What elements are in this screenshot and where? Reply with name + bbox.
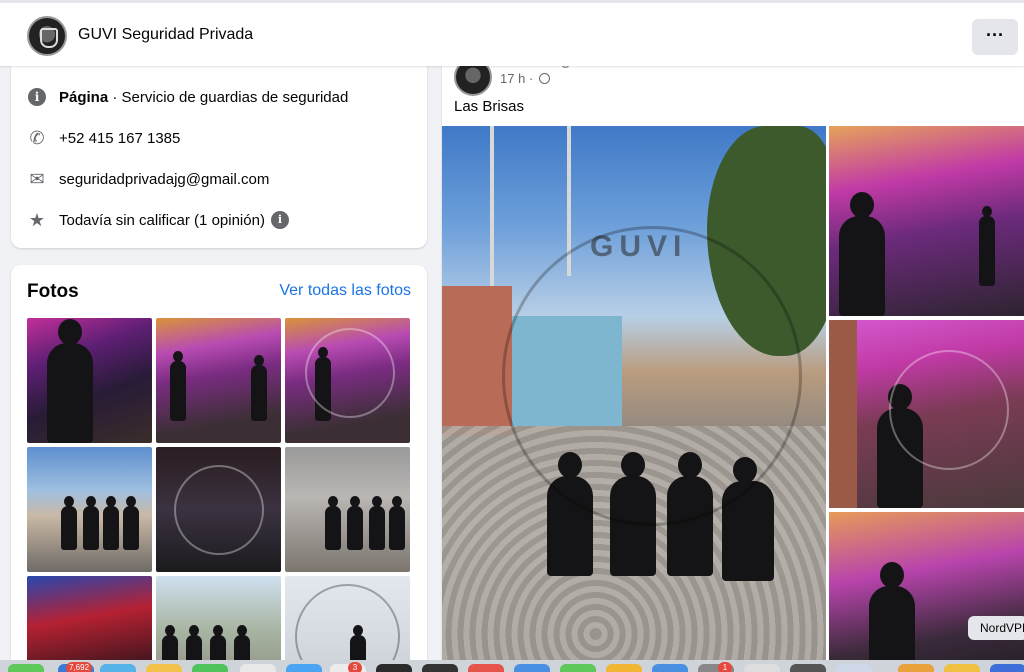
- calendar-app-icon[interactable]: [240, 664, 276, 672]
- see-all-photos-link[interactable]: Ver todas las fotos: [279, 282, 411, 300]
- reminders-app-icon[interactable]: 3: [330, 662, 366, 672]
- info-icon: i: [27, 87, 47, 107]
- keynote-app-icon[interactable]: [652, 664, 688, 672]
- post-side-photo[interactable]: [829, 320, 1024, 508]
- photos-card: Fotos Ver todas las fotos: [11, 265, 427, 672]
- photos-grid: [27, 318, 411, 672]
- macos-dock: 7,692 3 1: [0, 660, 1024, 672]
- numbers-app-icon[interactable]: [560, 664, 596, 672]
- phone-row: ✆ +52 415 167 1385: [27, 128, 180, 148]
- email-address[interactable]: seguridadprivadajg@gmail.com: [59, 171, 269, 188]
- activity-app-icon[interactable]: [790, 664, 826, 672]
- preview-app-icon[interactable]: [744, 664, 780, 672]
- page-header: GUVI Seguridad Privada ···: [0, 0, 1024, 66]
- finder-window-icon[interactable]: [836, 664, 872, 672]
- intro-card: i Página · Servicio de guardias de segur…: [11, 40, 427, 248]
- category-value: · Servicio de guardias de seguridad: [108, 88, 349, 106]
- settings-badge: 1: [718, 662, 732, 672]
- photo-thumbnail[interactable]: [156, 576, 281, 672]
- photos-title: Fotos: [27, 281, 79, 302]
- post-timestamp[interactable]: 17 h ·: [500, 71, 550, 86]
- photo-thumbnail[interactable]: [27, 576, 152, 672]
- facetime-app-icon[interactable]: [192, 664, 228, 672]
- reminders-badge: 3: [348, 662, 362, 672]
- mail-app-icon[interactable]: 7,692: [58, 662, 94, 672]
- post-text: Las Brisas: [454, 98, 525, 115]
- category-label: Página: [59, 88, 109, 106]
- photos-app-icon[interactable]: [146, 664, 182, 672]
- page-avatar[interactable]: [27, 16, 67, 56]
- globe-icon: [538, 73, 550, 84]
- nordvpn-app-icon[interactable]: [990, 664, 1024, 672]
- star-icon: ★: [28, 209, 46, 230]
- category-row: i Página · Servicio de guardias de segur…: [27, 87, 348, 107]
- mail-badge: 7,692: [66, 662, 93, 672]
- more-options-button[interactable]: ···: [972, 19, 1018, 55]
- post-side-photo[interactable]: [829, 126, 1024, 316]
- watermark-seal: [502, 226, 802, 526]
- tv-app-icon[interactable]: [376, 664, 412, 672]
- maps-app-icon[interactable]: [100, 664, 136, 672]
- photo-thumbnail[interactable]: [285, 318, 410, 443]
- post-time-text[interactable]: 17 h ·: [500, 71, 533, 86]
- post-side-photo[interactable]: [829, 512, 1024, 672]
- post-card: GUVI Seguridad Privada 17 h · ··· Las Br…: [442, 40, 1024, 672]
- post-main-photo[interactable]: GUVI: [442, 126, 826, 672]
- nordvpn-tooltip: NordVPN: [968, 616, 1024, 640]
- settings-app-icon[interactable]: 1: [698, 662, 734, 672]
- email-icon: ✉: [29, 168, 45, 189]
- folder-icon[interactable]: [898, 664, 934, 672]
- photo-thumbnail[interactable]: [156, 447, 281, 572]
- photo-thumbnail[interactable]: [27, 318, 152, 443]
- music-app-icon[interactable]: [468, 664, 504, 672]
- photo-thumbnail[interactable]: [285, 576, 410, 672]
- downloads-icon[interactable]: [944, 664, 980, 672]
- watermark-text: GUVI: [590, 230, 688, 263]
- rating-text: Todavía sin calificar (1 opinión): [59, 211, 265, 229]
- photo-thumbnail[interactable]: [285, 447, 410, 572]
- photo-thumbnail[interactable]: [156, 318, 281, 443]
- pages-app-icon[interactable]: [606, 664, 642, 672]
- notes-app-icon[interactable]: [286, 664, 322, 672]
- photo-thumbnail[interactable]: [27, 447, 152, 572]
- phone-number[interactable]: +52 415 167 1385: [59, 130, 180, 147]
- rating-row: ★ Todavía sin calificar (1 opinión) i: [27, 210, 289, 230]
- appstore-app-icon[interactable]: [514, 664, 550, 672]
- phone-icon: ✆: [29, 127, 45, 148]
- post-media: GUVI: [442, 126, 1024, 672]
- email-row: ✉ seguridadprivadajg@gmail.com: [27, 169, 269, 189]
- terminal-app-icon[interactable]: [422, 664, 458, 672]
- rating-info-icon[interactable]: i: [270, 211, 289, 229]
- page-title[interactable]: GUVI Seguridad Privada: [78, 26, 253, 44]
- messages-app-icon[interactable]: [8, 664, 44, 672]
